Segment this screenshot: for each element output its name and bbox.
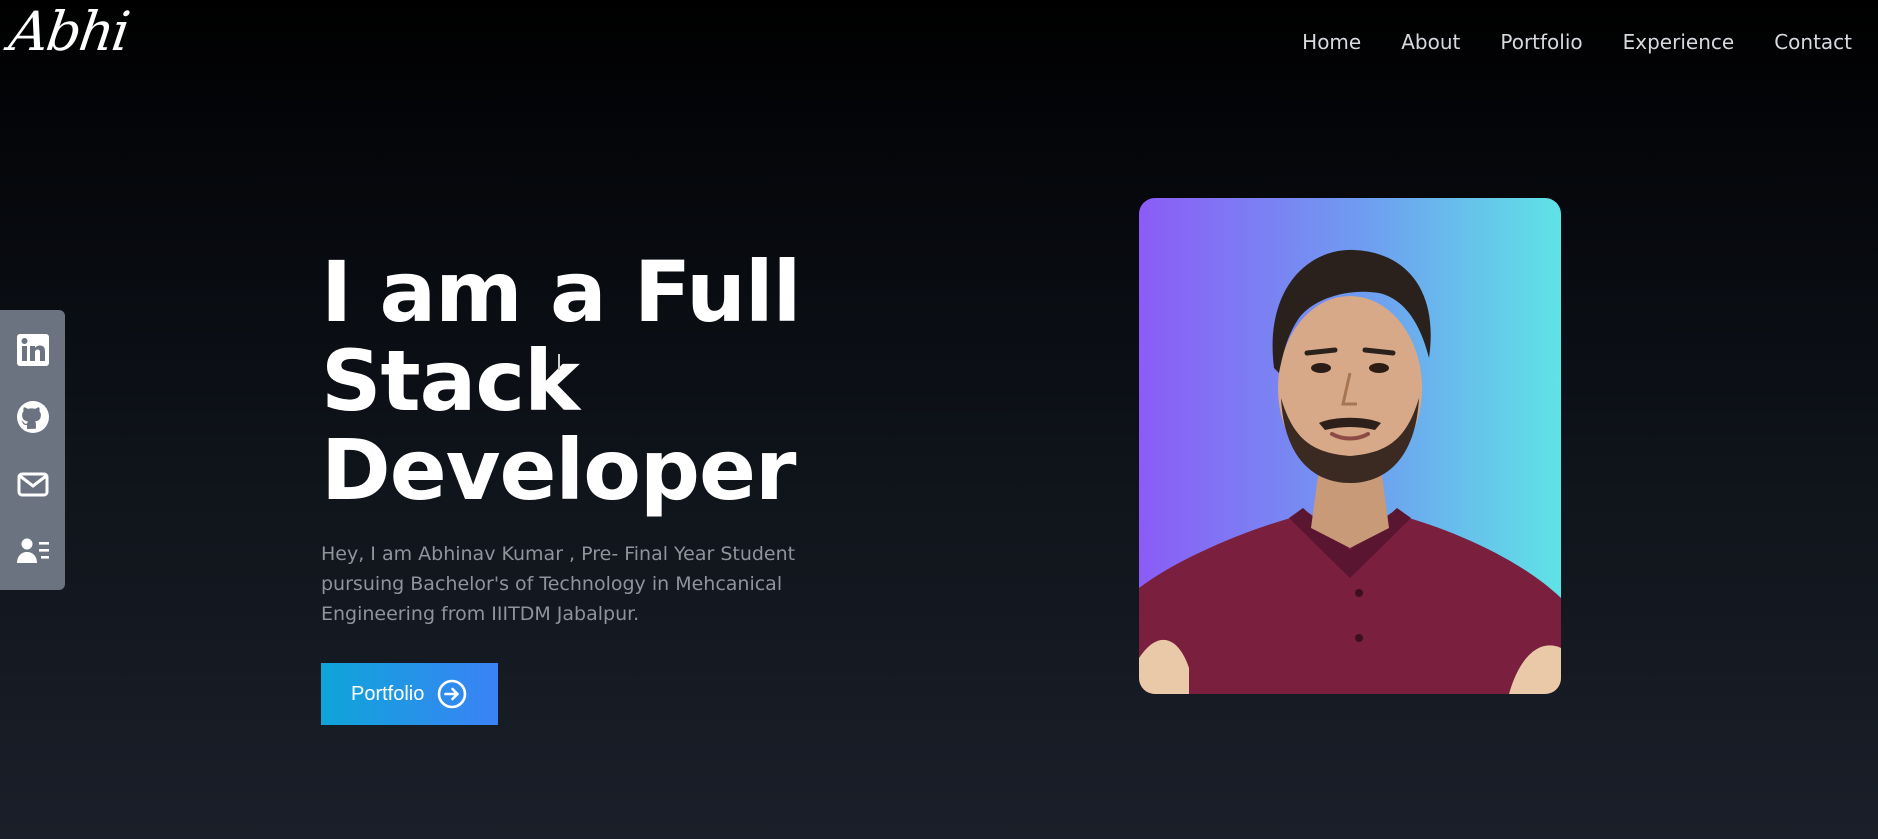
linkedin-icon[interactable] [13,330,53,370]
arrow-right-circle-icon [436,678,468,710]
nav-item-experience[interactable]: Experience [1623,30,1735,54]
logo[interactable]: Abhi [6,0,132,63]
navbar: Abhi Home About Portfolio Experience Con… [0,0,1878,88]
nav-item-about[interactable]: About [1401,30,1460,54]
portfolio-button[interactable]: Portfolio [321,663,499,725]
profile-photo [1139,198,1561,694]
social-sidebar [0,310,65,590]
text-cursor [558,354,565,370]
portfolio-button-label: Portfolio [351,682,425,705]
hero-title: I am a Full Stack Developer [321,248,1081,515]
github-icon[interactable] [13,397,53,437]
nav-links: Home About Portfolio Experience Contact [1302,30,1852,54]
nav-item-home[interactable]: Home [1302,30,1361,54]
resume-icon[interactable] [13,531,53,571]
mail-icon[interactable] [13,464,53,504]
hero-section: I am a Full Stack Developer Hey, I am Ab… [321,248,1081,725]
nav-item-portfolio[interactable]: Portfolio [1500,30,1582,54]
hero-description: Hey, I am Abhinav Kumar , Pre- Final Yea… [321,543,796,625]
hero-title-line2: Developer [321,421,796,519]
hero-title-line1: I am a Full Stack [321,243,801,430]
nav-item-contact[interactable]: Contact [1774,30,1852,54]
